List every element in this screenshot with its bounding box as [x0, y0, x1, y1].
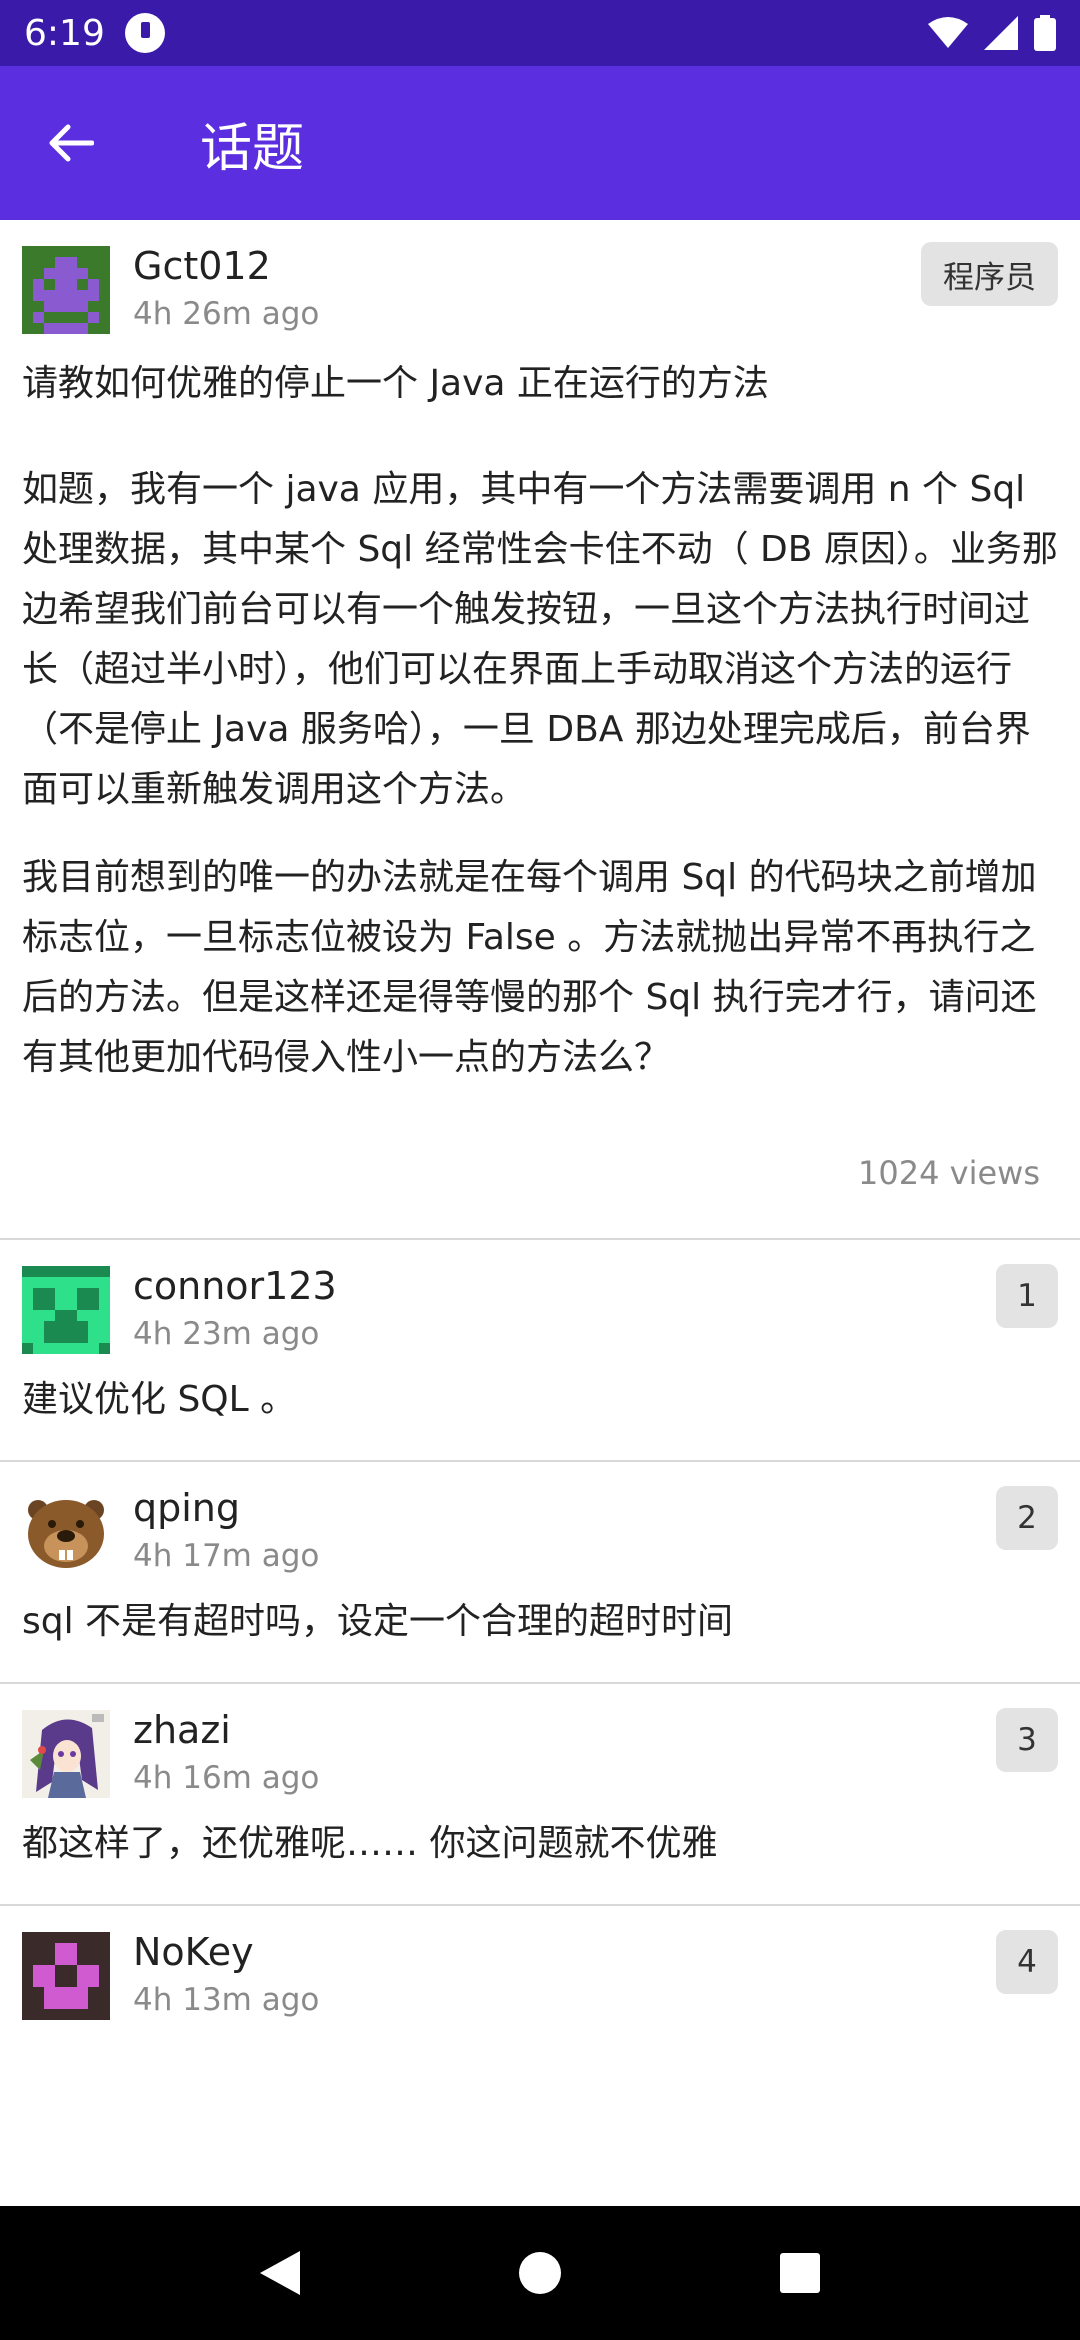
reply-item[interactable]: qping 4h 17m ago 2 sql 不是有超时吗，设定一个合理的超时时…	[0, 1462, 1080, 1684]
nav-home-button[interactable]	[500, 2233, 580, 2313]
floor-badge: 2	[996, 1486, 1058, 1550]
avatar[interactable]	[22, 1932, 110, 2020]
reply-author-row: connor123 4h 23m ago 1	[22, 1240, 1058, 1354]
reply-time: 4h 23m ago	[133, 1316, 320, 1352]
reply-username[interactable]: zhazi	[133, 1708, 231, 1752]
topic-title: 请教如何优雅的停止一个 Java 正在运行的方法	[22, 363, 769, 404]
reply-body: 都这样了，还优雅呢…… 你这问题就不优雅	[22, 1823, 718, 1864]
reply-time: 4h 17m ago	[133, 1538, 320, 1574]
page-title: 话题	[200, 118, 305, 179]
home-circle-icon	[519, 2252, 561, 2294]
author-username[interactable]: Gct012	[133, 244, 271, 288]
cellular-signal-icon	[984, 16, 1018, 50]
battery-icon	[1034, 15, 1056, 51]
nav-recents-button[interactable]	[760, 2233, 840, 2313]
system-nav-bar	[0, 2206, 1080, 2340]
floor-badge: 1	[996, 1264, 1058, 1328]
topic-post: Gct012 4h 26m ago 程序员 请教如何优雅的停止一个 Java 正…	[0, 220, 1080, 1198]
wifi-icon	[928, 17, 968, 48]
reply-body: sql 不是有超时吗，设定一个合理的超时时间	[22, 1601, 734, 1642]
floor-badge: 4	[996, 1930, 1058, 1994]
arrow-left-icon	[49, 124, 94, 162]
reply-username[interactable]: qping	[133, 1486, 240, 1530]
status-time: 6:19	[24, 12, 105, 54]
nav-back-button[interactable]	[240, 2233, 320, 2313]
app-bar: 话题	[0, 66, 1080, 220]
post-time: 4h 26m ago	[133, 296, 320, 332]
reply-item[interactable]: connor123 4h 23m ago 1 建议优化 SQL 。	[0, 1240, 1080, 1462]
topic-paragraph: 如题，我有一个 java 应用，其中有一个方法需要调用 n 个 Sql 处理数据…	[22, 469, 1058, 810]
avatar[interactable]	[22, 1488, 110, 1576]
back-button[interactable]	[0, 66, 140, 220]
status-bar: 6:19	[0, 0, 1080, 66]
status-icons	[928, 15, 1056, 51]
topic-content[interactable]: Gct012 4h 26m ago 程序员 请教如何优雅的停止一个 Java 正…	[0, 220, 1080, 2206]
reply-time: 4h 16m ago	[133, 1760, 320, 1796]
recents-square-icon	[780, 2253, 820, 2293]
avatar[interactable]	[22, 1710, 110, 1798]
reply-author-row: NoKey 4h 13m ago 4	[22, 1906, 1058, 2020]
floor-badge: 3	[996, 1708, 1058, 1772]
reply-item[interactable]: NoKey 4h 13m ago 4	[0, 1906, 1080, 2066]
reply-time: 4h 13m ago	[133, 1982, 320, 2018]
reply-author-row: qping 4h 17m ago 2	[22, 1462, 1058, 1576]
avatar[interactable]	[22, 246, 110, 334]
view-count: 1024 views	[858, 1154, 1040, 1192]
topic-author-row: Gct012 4h 26m ago 程序员	[22, 220, 1058, 334]
avatar[interactable]	[22, 1266, 110, 1354]
notification-app-icon	[124, 13, 165, 53]
back-triangle-icon	[260, 2251, 300, 2295]
reply-username[interactable]: NoKey	[133, 1930, 254, 1974]
reply-username[interactable]: connor123	[133, 1264, 337, 1308]
node-badge[interactable]: 程序员	[921, 242, 1058, 306]
reply-author-row: zhazi 4h 16m ago 3	[22, 1684, 1058, 1798]
reply-body: 建议优化 SQL 。	[22, 1379, 297, 1420]
topic-body: 如题，我有一个 java 应用，其中有一个方法需要调用 n 个 Sql 处理数据…	[22, 460, 1058, 1088]
reply-item[interactable]: zhazi 4h 16m ago 3 都这样了，还优雅呢…… 你这问题就不优雅	[0, 1684, 1080, 1906]
reply-body	[22, 2020, 1058, 2066]
topic-paragraph: 我目前想到的唯一的办法就是在每个调用 Sql 的代码块之前增加标志位，一旦标志位…	[22, 857, 1037, 1078]
